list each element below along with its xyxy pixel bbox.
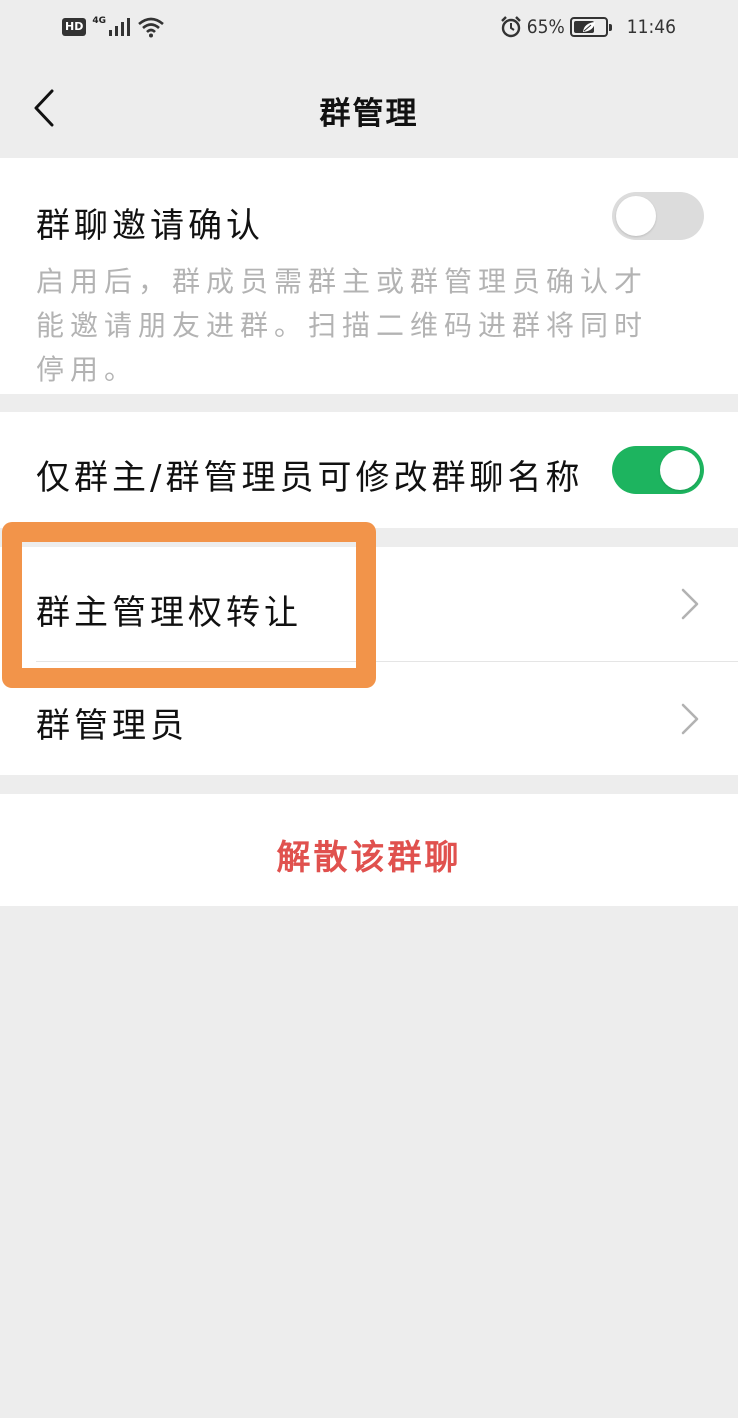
dissolve-group-button[interactable]: 解散该群聊 <box>0 794 738 906</box>
leaf-icon <box>582 22 595 32</box>
nav-bar: 群管理 <box>0 58 738 156</box>
highlight-box <box>2 522 376 688</box>
wifi-icon <box>138 17 164 38</box>
status-right: 65% 11:46 <box>500 16 676 38</box>
hd-badge: HD <box>62 18 87 36</box>
toggle-knob <box>660 450 700 490</box>
rename-restrict-title: 仅群主/群管理员可修改群聊名称 <box>36 458 584 498</box>
chevron-right-icon <box>681 703 699 735</box>
chevron-right-icon <box>681 588 699 620</box>
clock: 11:46 <box>626 16 676 38</box>
battery-percent: 65% <box>526 16 565 38</box>
alarm-icon <box>500 16 521 38</box>
cell-signal-icon <box>109 18 130 36</box>
invite-confirm-title: 群聊邀请确认 <box>36 206 264 246</box>
admins-label: 群管理员 <box>36 706 188 746</box>
invite-confirm-toggle[interactable] <box>612 192 704 240</box>
toggle-knob <box>616 196 656 236</box>
rename-restrict-card: 仅群主/群管理员可修改群聊名称 <box>0 412 738 528</box>
status-left: HD 4G <box>62 16 165 38</box>
dissolve-group-label: 解散该群聊 <box>276 838 462 878</box>
page-title: 群管理 <box>319 96 419 132</box>
invite-confirm-description: 启用后，群成员需群主或群管理员确认才能邀请朋友进群。扫描二维码进群将同时停用。 <box>36 265 649 386</box>
battery-icon <box>569 17 612 37</box>
status-bar: HD 4G 65% 11:46 <box>0 0 738 58</box>
network-type: 4G <box>92 16 106 26</box>
rename-restrict-toggle[interactable] <box>612 446 704 494</box>
invite-confirm-card: 群聊邀请确认 启用后，群成员需群主或群管理员确认才能邀请朋友进群。扫描二维码进群… <box>0 158 738 394</box>
